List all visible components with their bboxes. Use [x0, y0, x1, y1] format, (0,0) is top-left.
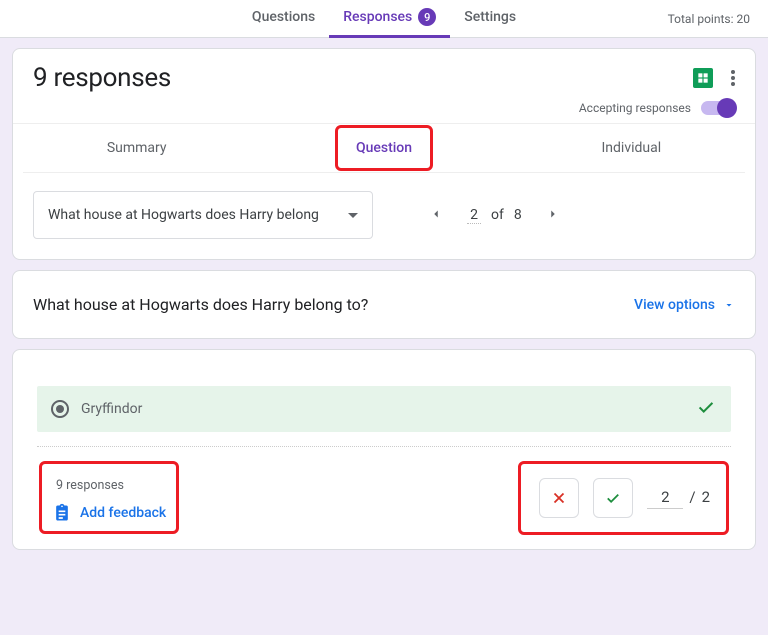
radio-selected-icon: [51, 400, 69, 418]
pager-of-label: of: [491, 207, 504, 223]
mark-correct-button[interactable]: [593, 478, 633, 518]
tab-label: Settings: [464, 9, 516, 25]
add-feedback-label: Add feedback: [80, 505, 166, 521]
sheets-icon-svg: [696, 71, 710, 85]
chevron-down-icon: [723, 299, 735, 311]
mark-incorrect-button[interactable]: [539, 478, 579, 518]
feedback-clipboard-icon: [52, 503, 72, 523]
total-points-value: 20: [737, 12, 751, 26]
annotation-grading-box: 2 / 2: [518, 461, 729, 535]
subtab-summary[interactable]: Summary: [13, 124, 260, 172]
accepting-responses-toggle[interactable]: [701, 101, 735, 115]
points-max: 2: [702, 488, 710, 506]
sheets-icon[interactable]: [693, 68, 713, 88]
view-options-label: View options: [634, 297, 715, 313]
check-icon: [604, 489, 622, 507]
subtab-question[interactable]: Question: [356, 140, 412, 156]
topbar: Questions Responses 9 Settings Total poi…: [0, 0, 768, 38]
accepting-responses-label: Accepting responses: [579, 101, 691, 115]
chevron-left-icon: [429, 207, 443, 221]
tab-label: Responses: [343, 9, 412, 25]
question-selector[interactable]: What house at Hogwarts does Harry belong: [33, 191, 373, 239]
responses-count-badge: 9: [418, 8, 436, 26]
tab-settings[interactable]: Settings: [450, 0, 530, 38]
view-options-button[interactable]: View options: [634, 297, 735, 313]
tab-responses[interactable]: Responses 9: [329, 0, 450, 38]
responses-card: 9 responses Accepting responses Summary …: [12, 48, 756, 260]
x-icon: [550, 489, 568, 507]
annotation-feedback-box: 9 responses Add feedback: [39, 461, 179, 534]
points-earned-input[interactable]: 2: [647, 488, 683, 509]
tab-questions[interactable]: Questions: [238, 0, 329, 38]
points-slash: /: [689, 488, 695, 506]
tab-label: Questions: [252, 9, 315, 25]
subtab-individual[interactable]: Individual: [508, 124, 755, 172]
correct-answer-row: Gryffindor: [37, 386, 731, 432]
question-title-card: What house at Hogwarts does Harry belong…: [12, 270, 756, 339]
responses-title: 9 responses: [33, 63, 171, 93]
chevron-down-icon: [348, 213, 358, 218]
responses-breakdown-count: 9 responses: [56, 478, 166, 493]
prev-question-button[interactable]: [423, 202, 449, 229]
total-points-label: Total points:: [668, 12, 734, 26]
correct-answer-text: Gryffindor: [81, 401, 142, 417]
answer-card: Gryffindor 9 responses Add feedback: [12, 349, 756, 550]
total-points: Total points: 20: [668, 0, 750, 38]
question-text: What house at Hogwarts does Harry belong…: [33, 295, 368, 314]
more-menu-icon[interactable]: [731, 70, 735, 86]
divider: [37, 446, 731, 447]
page-root: Questions Responses 9 Settings Total poi…: [0, 0, 768, 635]
pager-current: 2: [467, 207, 481, 224]
next-question-button[interactable]: [540, 202, 566, 229]
question-selector-text: What house at Hogwarts does Harry belong: [48, 207, 319, 223]
add-feedback-button[interactable]: Add feedback: [52, 503, 166, 523]
pager-total: 8: [514, 207, 522, 223]
annotation-question-tab: Question: [335, 125, 433, 171]
checkmark-icon: [695, 396, 717, 422]
chevron-right-icon: [546, 207, 560, 221]
